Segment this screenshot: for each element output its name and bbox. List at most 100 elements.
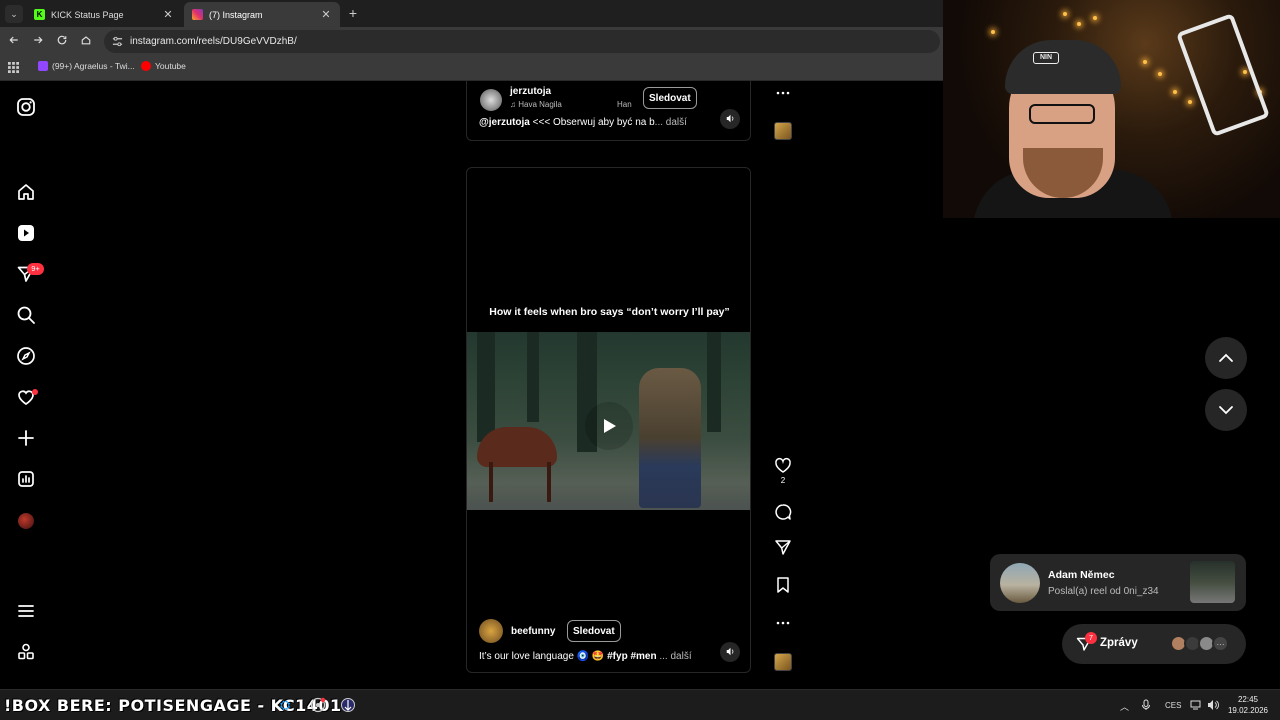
share-icon[interactable] [770, 538, 796, 556]
video-tree [477, 332, 495, 442]
instagram-logo-icon[interactable] [16, 97, 36, 117]
audio-thumbnail[interactable] [774, 653, 792, 671]
string-light [1158, 72, 1162, 76]
comment-icon[interactable] [770, 503, 796, 521]
video-tree [707, 332, 721, 432]
twitch-icon [38, 61, 48, 71]
notification-message: Poslal(a) reel od 0ni_z34 [1048, 586, 1159, 597]
tab-search-button[interactable]: ⌄ [5, 5, 23, 23]
more-options-icon[interactable] [770, 614, 796, 632]
new-tab-button[interactable]: + [346, 5, 360, 21]
reel-card-previous: jerzutoja ♫ Hava Nagila Han Sledovat @je… [466, 81, 751, 141]
close-icon[interactable]: ✕ [162, 8, 174, 21]
video-horse-leg [547, 462, 551, 502]
bookmark-youtube[interactable]: Youtube [141, 61, 186, 71]
messages-pill[interactable]: 7 Zprávy ··· [1062, 624, 1246, 664]
tray-chevron-up-icon[interactable]: ︿ [1120, 700, 1129, 713]
app-icon[interactable] [340, 697, 356, 713]
keyboard-language[interactable]: CES [1165, 701, 1181, 710]
messages-badge: 9+ [27, 263, 44, 275]
steam-icon[interactable]: ⛭ [280, 697, 296, 713]
video-tree [527, 332, 539, 422]
dashboard-chart-icon[interactable] [16, 469, 36, 489]
apps-grid-icon[interactable] [8, 62, 19, 73]
tab-label: (7) Instagram [209, 9, 263, 20]
messages-label: Zprávy [1100, 637, 1138, 649]
reel-caption[interactable]: @jerzutoja <<< Obserwuj aby być na b... … [479, 117, 704, 128]
bookmark-label: Youtube [155, 61, 186, 71]
close-icon[interactable]: ✕ [320, 8, 332, 21]
reel-username[interactable]: jerzutoja [510, 86, 551, 97]
system-clock[interactable]: 22:45 19.02.2026 [1222, 694, 1274, 716]
network-icon[interactable] [1190, 699, 1202, 711]
tab-kick-status[interactable]: K KICK Status Page ✕ [26, 2, 182, 27]
more-conversations: ··· [1212, 635, 1229, 652]
forward-arrow-icon[interactable] [30, 34, 46, 50]
next-reel-button[interactable] [1205, 389, 1247, 431]
site-info-icon[interactable] [112, 36, 124, 48]
more-options-icon[interactable] [770, 84, 796, 102]
video-horse [477, 427, 557, 467]
video-text-overlay: How it feels when bro says “don’t worry … [489, 306, 730, 318]
cap-logo: NIN [1033, 52, 1059, 64]
reel-video[interactable] [467, 332, 750, 510]
obs-icon[interactable] [310, 697, 326, 713]
microphone-icon[interactable] [1140, 699, 1152, 711]
instagram-sidebar: 9+ [0, 81, 52, 689]
string-light [1093, 16, 1097, 20]
address-bar[interactable]: instagram.com/reels/DU9GeVVDzhB/ [104, 30, 940, 53]
windows-taskbar: !BOX BERE: POTISENGAGE - KC1401 ⛭ ︿ CES … [0, 689, 1280, 720]
streamer-cap [1005, 40, 1121, 94]
home-icon[interactable] [78, 34, 94, 50]
string-light [1173, 90, 1177, 94]
menu-hamburger-icon[interactable] [16, 601, 36, 621]
user-avatar[interactable] [480, 89, 502, 111]
youtube-icon [141, 61, 151, 71]
profile-avatar[interactable] [18, 513, 34, 529]
reel-caption[interactable]: It’s our love language 🧿 🤩 #fyp #men ...… [479, 651, 692, 662]
url-text: instagram.com/reels/DU9GeVVDzhB/ [130, 36, 297, 47]
create-plus-icon[interactable] [16, 428, 36, 448]
home-icon[interactable] [16, 182, 36, 202]
reel-username[interactable]: beefunny [511, 626, 555, 637]
tab-instagram[interactable]: (7) Instagram ✕ [184, 2, 340, 27]
sender-avatar [1000, 563, 1040, 603]
audio-thumbnail[interactable] [774, 122, 792, 140]
notification-dot [32, 389, 38, 395]
search-icon[interactable] [16, 305, 36, 325]
bookmark-label: (99+) Agraelus - Twi... [52, 61, 135, 71]
follow-button[interactable]: Sledovat [567, 620, 621, 642]
video-horse-leg [489, 462, 493, 502]
tab-label: KICK Status Page [51, 9, 124, 20]
play-button[interactable] [585, 402, 633, 450]
reels-icon[interactable] [16, 223, 36, 243]
white-chair [1175, 13, 1271, 137]
also-from-meta-icon[interactable] [16, 642, 36, 662]
chevron-up-icon [1219, 353, 1233, 362]
reel-music[interactable]: ♫ Hava Nagila [510, 100, 630, 109]
save-bookmark-icon[interactable] [770, 576, 796, 594]
sound-toggle-icon[interactable] [720, 642, 740, 662]
music-note-icon: ♫ [510, 100, 516, 109]
follow-button[interactable]: Sledovat [643, 87, 697, 109]
clock-date: 19.02.2026 [1227, 706, 1269, 715]
clock-time: 22:45 [1237, 695, 1259, 704]
browser-tab-bar: ⌄ K KICK Status Page ✕ (7) Instagram ✕ + [0, 0, 943, 27]
explore-compass-icon[interactable] [16, 346, 36, 366]
string-light [1063, 12, 1067, 16]
reload-icon[interactable] [54, 34, 70, 50]
string-light [1188, 100, 1192, 104]
like-count: 2 [780, 476, 786, 485]
bookmark-twitch[interactable]: (99+) Agraelus - Twi... [38, 61, 135, 71]
kick-icon: K [34, 9, 45, 20]
browser-nav-bar: instagram.com/reels/DU9GeVVDzhB/ [0, 27, 943, 56]
previous-reel-button[interactable] [1205, 337, 1247, 379]
message-notification[interactable]: Adam Němec Poslal(a) reel od 0ni_z34 [990, 554, 1246, 611]
sound-toggle-icon[interactable] [720, 109, 740, 129]
user-avatar[interactable] [479, 619, 503, 643]
back-arrow-icon[interactable] [6, 34, 22, 50]
like-heart-icon[interactable]: 2 [770, 456, 796, 485]
reel-thumbnail [1190, 561, 1235, 603]
streamer-webcam: NIN [943, 0, 1280, 218]
volume-icon[interactable] [1207, 699, 1219, 711]
